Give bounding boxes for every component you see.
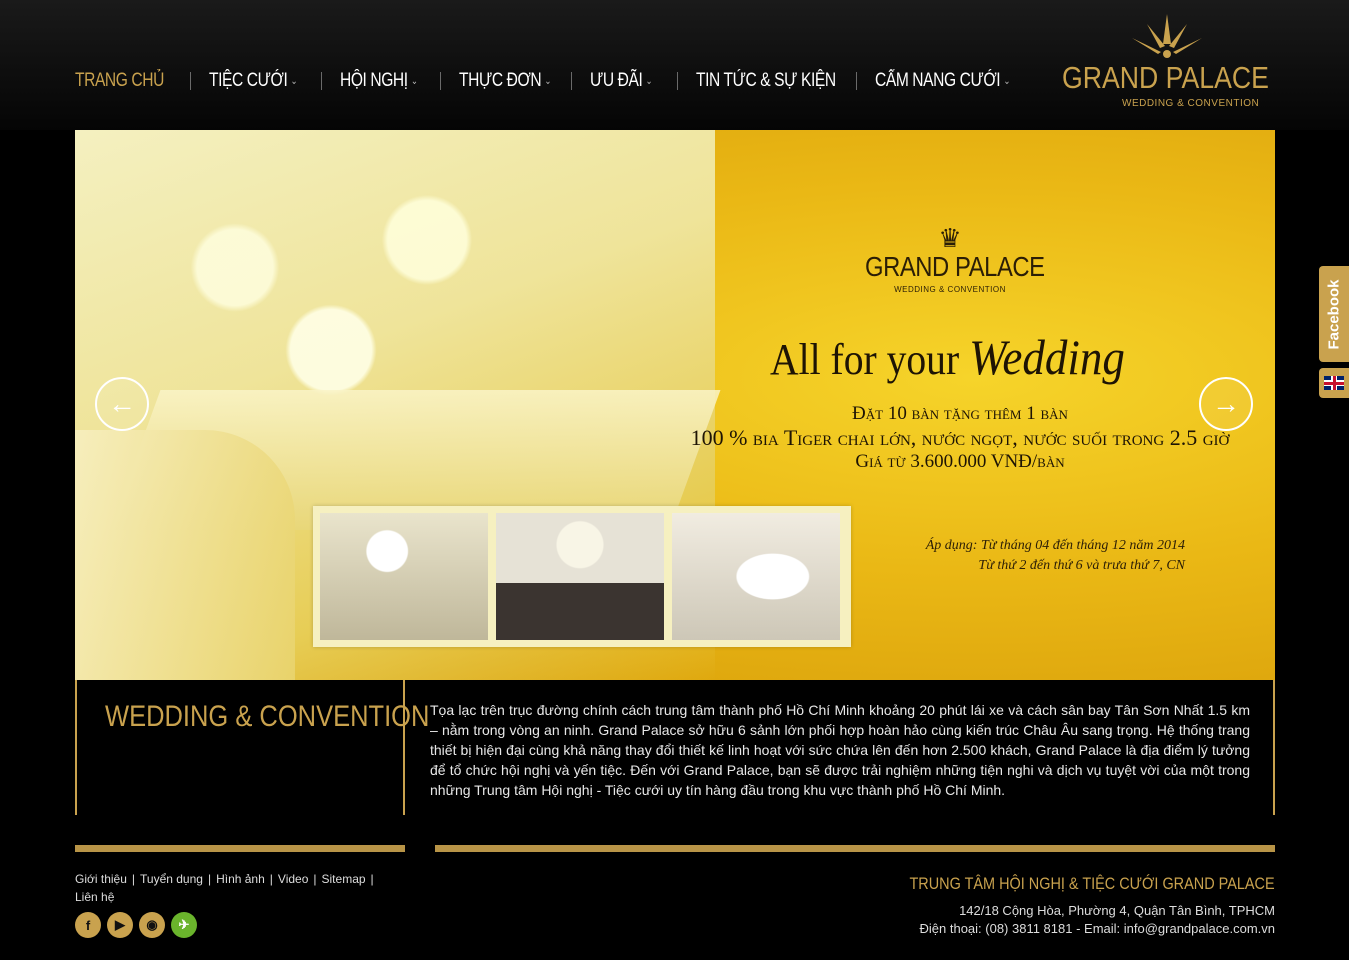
footer-link-sitemap[interactable]: Sitemap [322, 872, 366, 886]
site-logo[interactable]: GRAND PALACE WEDDING & CONVENTION [1062, 14, 1277, 114]
intro-section: WEDDING & CONVENTION Tọa lạc trên trục đ… [75, 680, 1275, 815]
nav-divider [677, 72, 678, 90]
tagline-script: Wedding [969, 329, 1125, 385]
language-switch[interactable] [1319, 368, 1349, 398]
slider-prev-button[interactable]: ← [95, 377, 149, 431]
arrow-right-icon: → [1212, 388, 1240, 419]
intro-text-box: Tọa lạc trên trục đường chính cách trung… [405, 680, 1275, 815]
footer-link-contact[interactable]: Liên hệ [75, 890, 114, 904]
banner-tagline: All for your Wedding [770, 328, 1125, 386]
apply-line-1: Áp dụng: Từ tháng 04 đến tháng 12 năm 20… [925, 538, 1185, 553]
nav-item-menu[interactable]: THỰC ĐƠN ⌄ [459, 70, 551, 92]
nav-item-offers[interactable]: ƯU ĐÃI ⌄ [590, 70, 653, 92]
thumbnail-table-setting[interactable] [320, 513, 488, 640]
footer-address: 142/18 Cộng Hòa, Phường 4, Quận Tân Bình… [959, 903, 1275, 918]
intro-text: Tọa lạc trên trục đường chính cách trung… [430, 702, 1250, 798]
social-links: f ▶ ◉ ✈ [75, 912, 197, 938]
footer-link-gallery[interactable]: Hình ảnh [216, 872, 265, 886]
hero-banner: ♛ GRAND PALACE WEDDING & CONVENTION All … [75, 130, 1275, 680]
intro-title: WEDDING & CONVENTION [105, 700, 430, 733]
promo-line-2: 100 % bia Tiger chai lớn, nước ngọt, nướ… [690, 425, 1230, 450]
tagline-plain: All for your [770, 335, 960, 384]
chevron-down-icon: ⌄ [544, 75, 552, 87]
footer-contact-info: 142/18 Cộng Hòa, Phường 4, Quận Tân Bình… [920, 902, 1276, 938]
nav-item-wedding-guide[interactable]: CẨM NANG CƯỚI ⌄ [875, 70, 1010, 92]
footer-divider-left [75, 845, 405, 852]
nav-item-home[interactable]: TRANG CHỦ [75, 70, 164, 92]
nav-item-conference[interactable]: HỘI NGHỊ ⌄ [340, 70, 418, 92]
footer-links: Giới thiệu | Tuyển dụng | Hình ảnh | Video | Sit… [75, 872, 374, 904]
thumbnail-cake[interactable] [672, 513, 840, 640]
main-nav: TRANG CHỦ TIỆC CƯỚI ⌄ HỘI NGHỊ ⌄ THỰC ĐƠN ⌄… [75, 70, 1010, 92]
footer-company-name: TRUNG TÂM HỘI NGHỊ & TIỆC CƯỚI GRAND PAL… [909, 874, 1275, 893]
banner-promo: Đặt 10 bàn tặng thêm 1 bàn 100 % bia Tig… [665, 402, 1255, 474]
nav-item-wedding[interactable]: TIỆC CƯỚI ⌄ [209, 70, 298, 92]
promo-line-3: Giá từ 3.600.000 VNĐ/bàn [855, 451, 1065, 472]
intro-title-box: WEDDING & CONVENTION [75, 680, 429, 815]
chevron-down-icon: ⌄ [645, 75, 653, 87]
chevron-down-icon: ⌄ [290, 75, 298, 87]
nav-divider [571, 72, 572, 90]
promo-line-1: Đặt 10 bàn tặng thêm 1 bàn [852, 403, 1068, 424]
facebook-icon[interactable]: f [75, 912, 101, 938]
banner-logo-subtitle: WEDDING & CONVENTION [894, 285, 1006, 294]
youtube-icon[interactable]: ▶ [107, 912, 133, 938]
nav-divider [321, 72, 322, 90]
banner-logo: ♛ GRAND PALACE WEDDING & CONVENTION [850, 225, 1050, 294]
logo-subtitle: WEDDING & CONVENTION [1122, 98, 1260, 109]
banner-logo-title: GRAND PALACE [865, 251, 1045, 282]
arrow-left-icon: ← [108, 388, 136, 419]
footer-phone-email: Điện thoại: (08) 3811 8181 - Email: info… [919, 921, 1276, 936]
facebook-side-tab[interactable]: Facebook [1319, 266, 1349, 362]
banner-chairs [75, 430, 295, 680]
apply-line-2: Từ thứ 2 đến thứ 6 và trưa thứ 7, CN [978, 558, 1185, 573]
nav-divider [440, 72, 441, 90]
crown-icon [1132, 14, 1202, 58]
chevron-down-icon: ⌄ [410, 75, 418, 87]
map-pin-icon[interactable]: ◉ [139, 912, 165, 938]
nav-item-news[interactable]: TIN TỨC & SỰ KIỆN [696, 70, 836, 92]
facebook-tab-label: Facebook [1325, 278, 1343, 350]
uk-flag-icon [1324, 376, 1344, 390]
footer-link-video[interactable]: Video [278, 872, 308, 886]
banner-apply-note: Áp dụng: Từ tháng 04 đến tháng 12 năm 20… [845, 536, 1185, 576]
footer-link-about[interactable]: Giới thiệu [75, 872, 127, 886]
banner-thumbnails [313, 506, 851, 647]
thumbnail-hall[interactable] [496, 513, 664, 640]
slider-next-button[interactable]: → [1199, 377, 1253, 431]
crown-icon: ♛ [938, 223, 962, 253]
footer-divider-right [435, 845, 1275, 852]
nav-divider [856, 72, 857, 90]
logo-title: GRAND PALACE [1062, 60, 1269, 95]
footer-link-careers[interactable]: Tuyển dụng [140, 872, 203, 886]
header: TRANG CHỦ TIỆC CƯỚI ⌄ HỘI NGHỊ ⌄ THỰC ĐƠN ⌄… [0, 0, 1349, 130]
chevron-down-icon: ⌄ [1003, 75, 1010, 87]
nav-divider [190, 72, 191, 90]
tripadvisor-icon[interactable]: ✈ [171, 912, 197, 938]
